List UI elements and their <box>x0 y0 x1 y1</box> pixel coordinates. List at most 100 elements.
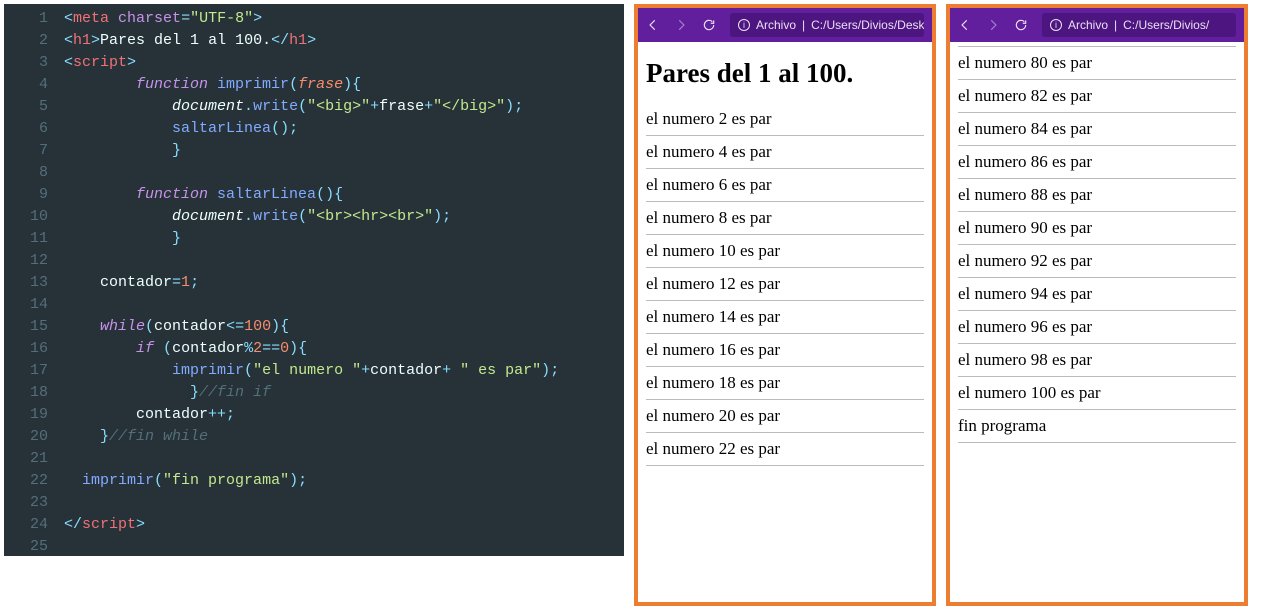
code-line[interactable]: if (contador%2==0){ <box>64 338 616 360</box>
output-line: el numero 14 es par <box>646 301 924 331</box>
output-line: el numero 84 es par <box>958 113 1236 143</box>
address-label: Archivo <box>756 18 796 32</box>
info-icon: i <box>1050 19 1062 31</box>
output-line: el numero 82 es par <box>958 80 1236 110</box>
line-number: 13 <box>4 272 48 294</box>
output-line: el numero 18 es par <box>646 367 924 397</box>
code-line[interactable]: } <box>64 140 616 162</box>
output-line: el numero 100 es par <box>958 377 1236 407</box>
output-line: el numero 80 es par <box>958 47 1236 77</box>
code-line[interactable] <box>64 536 616 556</box>
line-number: 15 <box>4 316 48 338</box>
code-line[interactable]: function saltarLinea(){ <box>64 184 616 206</box>
address-label: Archivo <box>1068 18 1108 32</box>
divider <box>646 465 924 466</box>
line-number: 9 <box>4 184 48 206</box>
line-number: 4 <box>4 74 48 96</box>
line-number: 1 <box>4 8 48 30</box>
line-number: 18 <box>4 382 48 404</box>
back-icon[interactable] <box>646 18 660 32</box>
line-number: 21 <box>4 448 48 470</box>
line-number: 22 <box>4 470 48 492</box>
divider <box>958 442 1236 443</box>
browser-window-2: i Archivo | C:/Users/Divios/ el numero 8… <box>946 4 1248 606</box>
code-area[interactable]: <meta charset="UTF-8"><h1>Pares del 1 al… <box>60 4 624 556</box>
line-number: 6 <box>4 118 48 140</box>
output-line: el numero 16 es par <box>646 334 924 364</box>
code-line[interactable] <box>64 492 616 514</box>
forward-icon[interactable] <box>674 18 688 32</box>
line-number: 3 <box>4 52 48 74</box>
output-line: el numero 98 es par <box>958 344 1236 374</box>
line-number: 2 <box>4 30 48 52</box>
line-number: 14 <box>4 294 48 316</box>
output-line: el numero 6 es par <box>646 169 924 199</box>
address-bar[interactable]: i Archivo | C:/Users/Divios/Desktop/ <box>730 13 924 37</box>
output-line: el numero 92 es par <box>958 245 1236 275</box>
output-line: el numero 20 es par <box>646 400 924 430</box>
code-line[interactable]: contador++; <box>64 404 616 426</box>
line-number: 16 <box>4 338 48 360</box>
code-line[interactable]: function imprimir(frase){ <box>64 74 616 96</box>
code-line[interactable]: document.write("<br><hr><br>"); <box>64 206 616 228</box>
code-line[interactable]: imprimir("fin programa"); <box>64 470 616 492</box>
code-line[interactable]: <script> <box>64 52 616 74</box>
reload-icon[interactable] <box>702 18 716 32</box>
line-number: 10 <box>4 206 48 228</box>
browser-toolbar: i Archivo | C:/Users/Divios/Desktop/ <box>638 8 932 42</box>
output-line: el numero 88 es par <box>958 179 1236 209</box>
browser-toolbar: i Archivo | C:/Users/Divios/ <box>950 8 1244 42</box>
output-line: el numero 22 es par <box>646 433 924 463</box>
line-number: 11 <box>4 228 48 250</box>
code-line[interactable]: </script> <box>64 514 616 536</box>
code-line[interactable] <box>64 448 616 470</box>
info-icon: i <box>738 19 750 31</box>
line-number: 20 <box>4 426 48 448</box>
output-line: el numero 4 es par <box>646 136 924 166</box>
output-line: el numero 96 es par <box>958 311 1236 341</box>
code-line[interactable]: document.write("<big>"+frase+"</big>"); <box>64 96 616 118</box>
code-line[interactable] <box>64 162 616 184</box>
code-line[interactable]: }//fin if <box>64 382 616 404</box>
reload-icon[interactable] <box>1014 18 1028 32</box>
line-number: 8 <box>4 162 48 184</box>
code-line[interactable]: contador=1; <box>64 272 616 294</box>
address-path: C:/Users/Divios/Desktop/ <box>811 18 924 32</box>
line-number: 19 <box>4 404 48 426</box>
code-line[interactable] <box>64 294 616 316</box>
code-line[interactable]: } <box>64 228 616 250</box>
back-icon[interactable] <box>958 18 972 32</box>
code-line[interactable]: imprimir("el numero "+contador+ " es par… <box>64 360 616 382</box>
line-number: 17 <box>4 360 48 382</box>
code-line[interactable]: <meta charset="UTF-8"> <box>64 8 616 30</box>
code-line[interactable] <box>64 250 616 272</box>
browser-window-1: i Archivo | C:/Users/Divios/Desktop/ Par… <box>634 4 936 606</box>
line-number: 5 <box>4 96 48 118</box>
code-line[interactable]: saltarLinea(); <box>64 118 616 140</box>
code-line[interactable]: while(contador<=100){ <box>64 316 616 338</box>
output-line: el numero 8 es par <box>646 202 924 232</box>
output-line: fin programa <box>958 410 1236 440</box>
line-number: 12 <box>4 250 48 272</box>
address-path: C:/Users/Divios/ <box>1123 18 1209 32</box>
code-line[interactable]: <h1>Pares del 1 al 100.</h1> <box>64 30 616 52</box>
output-line: el numero 2 es par <box>646 103 924 133</box>
code-line[interactable]: }//fin while <box>64 426 616 448</box>
line-number-gutter: 1234567891011121314151617181920212223242… <box>4 4 60 556</box>
output-line: el numero 10 es par <box>646 235 924 265</box>
output-line: el numero 90 es par <box>958 212 1236 242</box>
output-line: el numero 86 es par <box>958 146 1236 176</box>
address-sep: | <box>802 18 805 32</box>
page-content-1: Pares del 1 al 100. el numero 2 es parel… <box>638 42 932 602</box>
line-number: 25 <box>4 536 48 556</box>
line-number: 7 <box>4 140 48 162</box>
address-bar[interactable]: i Archivo | C:/Users/Divios/ <box>1042 13 1236 37</box>
address-sep: | <box>1114 18 1117 32</box>
line-number: 23 <box>4 492 48 514</box>
output-line: el numero 94 es par <box>958 278 1236 308</box>
forward-icon[interactable] <box>986 18 1000 32</box>
code-editor[interactable]: 1234567891011121314151617181920212223242… <box>4 4 624 556</box>
page-title: Pares del 1 al 100. <box>646 58 924 89</box>
output-line: el numero 12 es par <box>646 268 924 298</box>
line-number: 24 <box>4 514 48 536</box>
